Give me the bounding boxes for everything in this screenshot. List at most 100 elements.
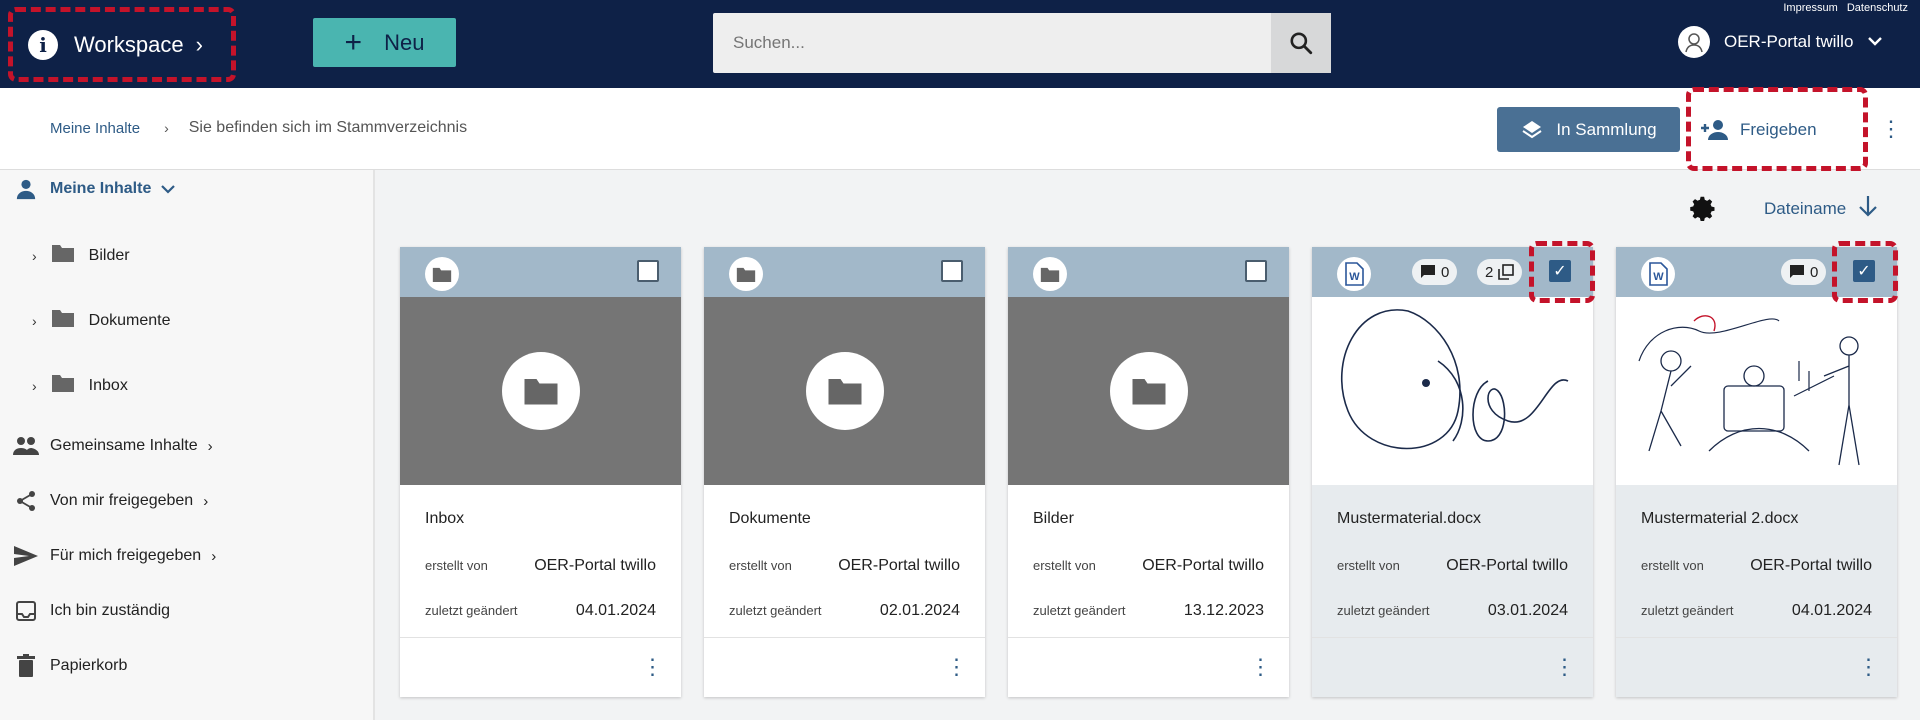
sidebar-item-shared-content[interactable]: Gemeinsame Inhalte › <box>12 432 213 460</box>
folder-icon <box>501 352 580 430</box>
share-label: Freigeben <box>1740 119 1817 139</box>
sidebar-folder-inbox[interactable]: › Inbox <box>32 373 128 398</box>
card-title: Bilder <box>1033 510 1074 527</box>
chevron-right-icon: › <box>164 120 169 136</box>
chevron-right-icon: › <box>32 247 37 264</box>
chevron-right-icon: › <box>195 32 203 57</box>
folder-icon <box>729 257 763 291</box>
copy-icon <box>1498 264 1515 280</box>
chevron-right-icon: › <box>203 492 209 510</box>
modified-date: 03.01.2024 <box>1487 602 1568 619</box>
layers-icon <box>1522 120 1542 138</box>
more-options-icon[interactable]: ⋮ <box>1554 656 1576 678</box>
person-add-icon <box>1701 119 1728 140</box>
gear-icon[interactable] <box>1690 195 1718 223</box>
select-checkbox[interactable] <box>1245 260 1267 282</box>
datenschutz-link[interactable]: Datenschutz <box>1847 2 1908 14</box>
arrow-down-icon[interactable] <box>1858 195 1878 223</box>
card-header: W 0 ✓ <box>1616 247 1897 297</box>
modified-label: zuletzt geändert <box>425 603 518 618</box>
more-options-icon[interactable]: ⋮ <box>1880 116 1902 142</box>
word-doc-icon: W <box>1337 257 1371 291</box>
inbox-icon <box>12 597 40 625</box>
group-icon <box>12 432 40 460</box>
breadcrumb-current: Sie befinden sich im Stammverzeichnis <box>188 119 468 136</box>
workspace-label: Workspace <box>74 32 184 57</box>
chevron-right-icon: › <box>207 437 213 455</box>
select-checkbox[interactable] <box>637 260 659 282</box>
modified-label: zuletzt geändert <box>729 603 822 618</box>
folder-icon <box>425 257 459 291</box>
comments-count: 0 <box>1441 263 1450 281</box>
card-header <box>400 247 681 297</box>
comments-badge[interactable]: 0 <box>1412 259 1458 285</box>
created-label: erstellt von <box>1641 558 1704 573</box>
file-card-mustermaterial[interactable]: W 0 2 ✓ Mustermaterial.docx erstellt von… <box>1312 247 1593 697</box>
trash-icon <box>12 652 40 680</box>
check-icon: ✓ <box>1857 263 1871 280</box>
sidebar-folder-dokumente[interactable]: › Dokumente <box>32 308 171 333</box>
file-card-mustermaterial-2[interactable]: W 0 ✓ Mustermaterial 2.docx erstellt von… <box>1616 247 1897 697</box>
sidebar-label-my-content: Meine Inhalte <box>50 180 152 197</box>
footer-links: Impressum Datenschutz <box>1777 2 1908 14</box>
created-label: erstellt von <box>425 558 488 573</box>
comments-badge[interactable]: 0 <box>1781 259 1827 285</box>
modified-label: zuletzt geändert <box>1641 603 1734 618</box>
card-title: Mustermaterial.docx <box>1337 510 1482 527</box>
collections-count: 2 <box>1485 263 1494 281</box>
card-title: Mustermaterial 2.docx <box>1641 510 1799 527</box>
workspace-menu[interactable]: i Workspace › <box>14 12 234 78</box>
impressum-link[interactable]: Impressum <box>1783 2 1837 14</box>
svg-text:W: W <box>1653 271 1664 283</box>
select-checkbox[interactable] <box>941 260 963 282</box>
more-options-icon[interactable]: ⋮ <box>1250 656 1272 678</box>
comments-count: 0 <box>1810 263 1819 281</box>
main-content: Dateiname Inbox erstellt von OER-Portal t… <box>377 170 1920 720</box>
file-card-dokumente[interactable]: Dokumente erstellt von OER-Portal twillo … <box>704 247 985 697</box>
chevron-right-icon: › <box>32 377 37 394</box>
search-button[interactable] <box>1271 13 1331 73</box>
chevron-right-icon: › <box>32 312 37 329</box>
card-preview <box>704 297 985 485</box>
new-button[interactable]: + Neu <box>313 18 456 67</box>
new-button-label: Neu <box>384 29 425 55</box>
sidebar-item-trash[interactable]: Papierkorb <box>12 652 127 680</box>
search-input[interactable] <box>713 13 1271 73</box>
more-options-icon[interactable]: ⋮ <box>642 656 664 678</box>
card-header <box>704 247 985 297</box>
sidebar-label: Gemeinsame Inhalte <box>50 437 198 454</box>
more-options-icon[interactable]: ⋮ <box>1858 656 1880 678</box>
sidebar-item-my-content[interactable]: Meine Inhalte <box>12 175 176 203</box>
file-card-bilder[interactable]: Bilder erstellt von OER-Portal twillo zul… <box>1008 247 1289 697</box>
breadcrumb-home[interactable]: Meine Inhalte <box>50 120 140 137</box>
avatar-icon <box>1685 33 1703 53</box>
card-title: Inbox <box>425 510 465 527</box>
line-drawing-image <box>1340 309 1568 450</box>
sidebar-item-responsible[interactable]: Ich bin zuständig <box>12 597 170 625</box>
card-title: Dokumente <box>729 510 811 527</box>
created-by: OER-Portal twillo <box>1142 557 1264 574</box>
top-bar: i Workspace › + Neu Impressum Datenschut… <box>0 0 1920 88</box>
file-card-inbox[interactable]: Inbox erstellt von OER-Portal twillo zule… <box>400 247 681 697</box>
share-icon <box>12 487 40 515</box>
select-checkbox-checked[interactable]: ✓ <box>1853 260 1875 282</box>
sidebar-folder-bilder[interactable]: › Bilder <box>32 243 130 268</box>
avatar <box>1678 26 1710 58</box>
collections-badge[interactable]: 2 <box>1477 259 1523 285</box>
select-checkbox-checked[interactable]: ✓ <box>1549 260 1571 282</box>
card-preview <box>1616 297 1897 485</box>
share-button[interactable]: Freigeben <box>1700 107 1817 152</box>
chevron-down-icon <box>161 181 176 198</box>
search-bar <box>713 13 1331 73</box>
sort-label[interactable]: Dateiname <box>1764 199 1846 219</box>
user-menu[interactable]: OER-Portal twillo <box>1678 25 1883 59</box>
word-doc-icon: W <box>1641 257 1675 291</box>
more-options-icon[interactable]: ⋮ <box>946 656 968 678</box>
plus-icon: + <box>344 25 363 59</box>
folder-icon <box>1109 352 1188 430</box>
created-by: OER-Portal twillo <box>838 557 960 574</box>
sidebar-item-shared-by-me[interactable]: Von mir freigegeben › <box>12 487 208 515</box>
add-to-collection-button[interactable]: In Sammlung <box>1497 107 1680 152</box>
sidebar-item-shared-with-me[interactable]: Für mich freigegeben › <box>12 542 216 570</box>
sort-bar: Dateiname <box>1690 195 1878 223</box>
